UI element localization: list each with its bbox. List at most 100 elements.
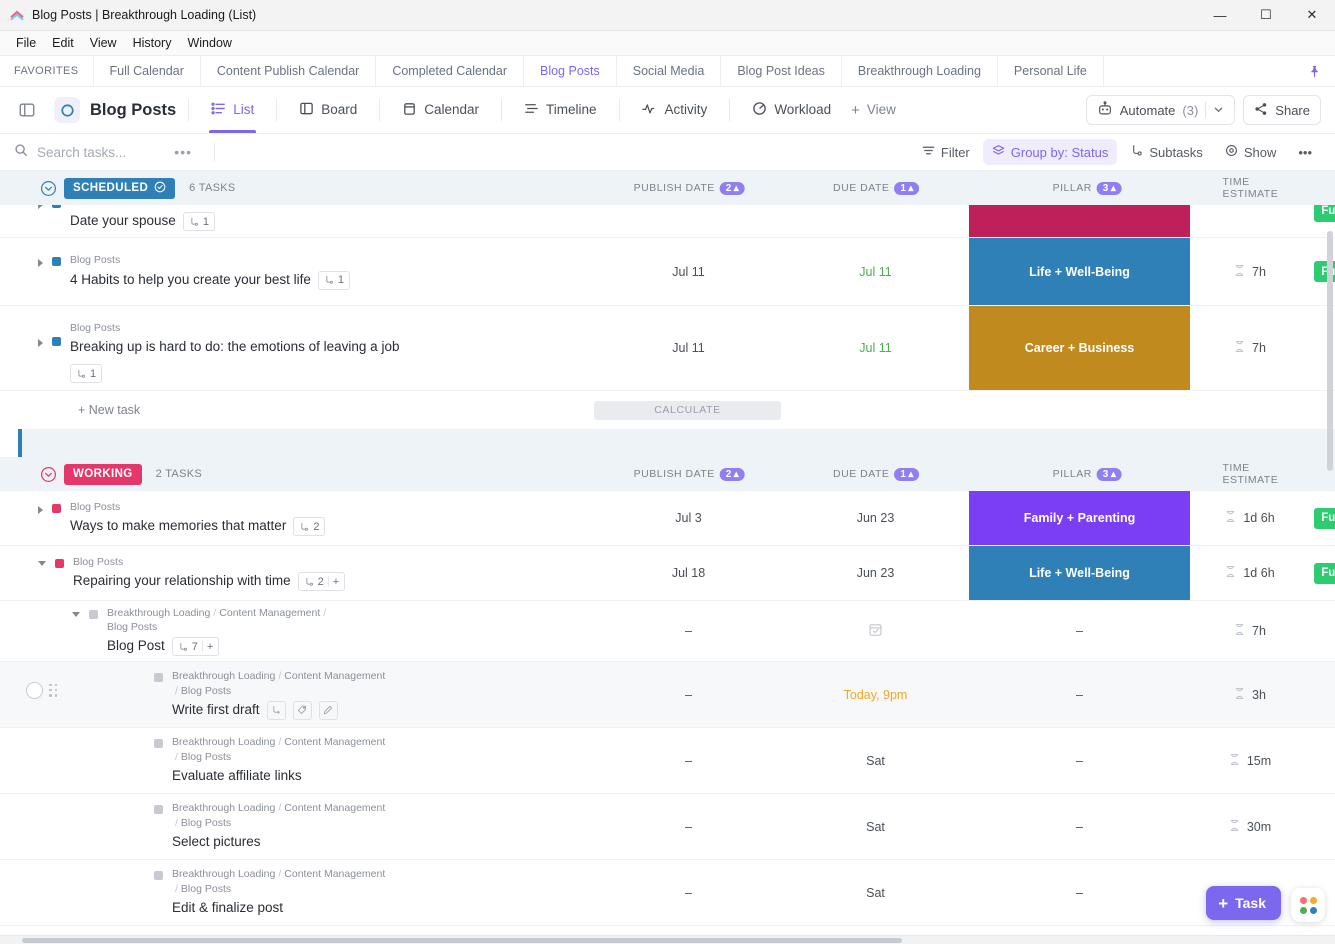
calculate-button[interactable]: CALCULATE [594, 400, 781, 420]
column-header-time-estimate-2[interactable]: TIME ESTIMATE [1223, 462, 1298, 486]
cell-time-estimate[interactable]: 15m [1190, 728, 1310, 793]
group-by-button[interactable]: Group by: Status [982, 139, 1118, 165]
subtask-count-chip[interactable]: 7 + [171, 637, 220, 657]
maximize-button[interactable]: ☐ [1243, 0, 1289, 31]
cell-time-estimate[interactable]: 30m [1190, 794, 1310, 859]
cell-due-date[interactable] [782, 601, 969, 661]
subtask-count-chip[interactable]: 1 [317, 270, 351, 290]
cell-publish-date[interactable] [595, 205, 782, 237]
cell-pillar[interactable]: Family + Parenting [969, 491, 1190, 545]
cell-affiliate-links[interactable]: – [1310, 794, 1335, 859]
cell-time-estimate[interactable]: 7h [1190, 238, 1310, 305]
cell-due-date[interactable]: Today, 9pm [782, 662, 969, 727]
column-header-due-date-2[interactable]: DUE DATE 1 ▴ [833, 467, 919, 481]
share-button[interactable]: Share [1243, 95, 1321, 125]
column-header-pillar-1[interactable]: PILLAR 3 ▴ [1053, 181, 1122, 195]
cell-publish-date[interactable]: – [595, 794, 782, 859]
cell-pillar[interactable]: Life + Well-Being [969, 238, 1190, 305]
expand-caret-icon[interactable] [38, 259, 43, 268]
add-subtask-plus-icon[interactable]: + [333, 576, 339, 588]
tab-workload[interactable]: Workload [742, 87, 841, 133]
column-header-publish-date-2[interactable]: PUBLISH DATE 2 ▴ [634, 467, 745, 481]
edit-icon[interactable] [318, 700, 338, 720]
favorite-tab-content-publish-calendar[interactable]: Content Publish Calendar [199, 56, 375, 86]
cell-pillar[interactable]: – [969, 601, 1190, 661]
cell-pillar[interactable]: Career + Business [969, 306, 1190, 390]
cell-due-date[interactable]: Sat [782, 728, 969, 793]
cell-due-date[interactable]: Sat [782, 860, 969, 925]
menu-item-window[interactable]: Window [179, 34, 239, 52]
cell-pillar[interactable] [969, 205, 1190, 237]
cell-pillar[interactable]: – [969, 794, 1190, 859]
group-collapse-icon-scheduled[interactable] [40, 180, 57, 197]
column-sort-badge-publish-2[interactable]: 2 ▴ [719, 467, 745, 481]
automate-button[interactable]: Automate (3) [1085, 95, 1236, 125]
cell-time-estimate[interactable]: 1d 6h [1190, 546, 1310, 600]
column-header-pillar-2[interactable]: PILLAR 3 ▴ [1053, 467, 1122, 481]
cell-affiliate-links[interactable]: – [1310, 601, 1335, 661]
cell-publish-date[interactable]: Jul 11 [595, 306, 782, 390]
row-name-cell[interactable]: Blog Posts Repairing your relationship w… [0, 546, 595, 600]
menu-item-history[interactable]: History [125, 34, 180, 52]
tab-calendar[interactable]: Calendar [392, 87, 489, 133]
add-view-button[interactable]: + View [841, 87, 906, 133]
favorite-tab-social-media[interactable]: Social Media [615, 56, 721, 86]
favorite-tab-breakthrough-loading[interactable]: Breakthrough Loading [840, 56, 997, 86]
subtask-count-chip[interactable]: 1 [182, 212, 215, 232]
search-more-icon[interactable]: ••• [174, 144, 192, 160]
column-sort-badge-pillar-1[interactable]: 3 ▴ [1096, 181, 1122, 195]
favorite-tab-personal-life[interactable]: Personal Life [996, 56, 1103, 86]
group-status-badge-working[interactable]: WORKING [64, 463, 142, 485]
column-header-publish-date-1[interactable]: PUBLISH DATE 2 ▴ [634, 181, 745, 195]
row-name-cell[interactable]: Blog Posts Ways to make memories that ma… [0, 491, 595, 545]
vertical-scrollbar[interactable] [1327, 231, 1333, 471]
subtask-count-chip[interactable]: 2 + [297, 572, 346, 592]
table-row[interactable]: Breakthrough Loading/Content Management/… [0, 662, 1335, 728]
table-row[interactable]: Blog Posts Ways to make memories that ma… [0, 491, 1335, 546]
show-button[interactable]: Show [1216, 139, 1286, 165]
row-name-cell[interactable]: Breakthrough Loading/Content Management/… [0, 601, 595, 661]
subtask-count-chip[interactable]: 2 [293, 517, 326, 537]
more-options-icon[interactable]: ••• [1289, 139, 1321, 165]
favorite-tab-blog-posts[interactable]: Blog Posts [522, 56, 616, 86]
expand-caret-icon[interactable] [38, 505, 43, 514]
chevron-down-icon[interactable] [1213, 103, 1224, 118]
cell-due-date[interactable]: Jun 23 [782, 546, 969, 600]
cell-affiliate-links[interactable]: Future Potential [1310, 491, 1335, 545]
column-header-time-estimate-1[interactable]: TIME ESTIMATE [1223, 176, 1298, 200]
cell-publish-date[interactable]: – [595, 728, 782, 793]
row-name-cell[interactable]: Blog Posts Breaking up is hard to do: th… [0, 306, 595, 390]
cell-time-estimate[interactable]: 1d 6h [1190, 491, 1310, 545]
add-subtask-plus-icon[interactable]: + [207, 641, 213, 653]
cell-due-date[interactable] [782, 205, 969, 237]
cell-publish-date[interactable]: – [595, 860, 782, 925]
sidebar-toggle-icon[interactable] [14, 97, 40, 123]
row-name-cell[interactable]: Date your spouse 1 [0, 205, 595, 237]
tab-timeline[interactable]: Timeline [514, 87, 607, 133]
expand-caret-icon[interactable] [38, 205, 43, 209]
table-row[interactable]: Blog Posts 4 Habits to help you create y… [0, 238, 1335, 306]
group-collapse-icon-working[interactable] [40, 466, 57, 483]
favorite-tab-blog-post-ideas[interactable]: Blog Post Ideas [720, 56, 841, 86]
tab-activity[interactable]: Activity [632, 87, 718, 133]
row-name-cell[interactable]: Breakthrough Loading/Content Management/… [0, 662, 595, 727]
apps-fab[interactable] [1291, 888, 1325, 922]
cell-due-date[interactable]: Jul 11 [782, 306, 969, 390]
row-name-cell[interactable]: Breakthrough Loading/Content Management/… [0, 860, 595, 925]
collapse-caret-icon[interactable] [72, 611, 80, 621]
pin-icon[interactable] [1308, 56, 1335, 86]
search-input[interactable]: Search tasks... [14, 143, 126, 162]
filter-button[interactable]: Filter [913, 139, 979, 165]
horizontal-scrollbar[interactable] [0, 935, 1335, 944]
favorite-tab-full-calendar[interactable]: Full Calendar [92, 56, 200, 86]
cell-due-date[interactable]: Jul 11 [782, 238, 969, 305]
cell-pillar[interactable]: – [969, 728, 1190, 793]
cell-pillar[interactable]: – [969, 662, 1190, 727]
cell-affiliate-links[interactable]: – [1310, 662, 1335, 727]
cell-due-date[interactable]: Sat [782, 794, 969, 859]
cell-publish-date[interactable]: Jul 3 [595, 491, 782, 545]
cell-pillar[interactable]: – [969, 860, 1190, 925]
column-sort-badge-due-2[interactable]: 1 ▴ [894, 467, 919, 481]
cell-publish-date[interactable]: – [595, 601, 782, 661]
menu-item-file[interactable]: File [8, 34, 44, 52]
